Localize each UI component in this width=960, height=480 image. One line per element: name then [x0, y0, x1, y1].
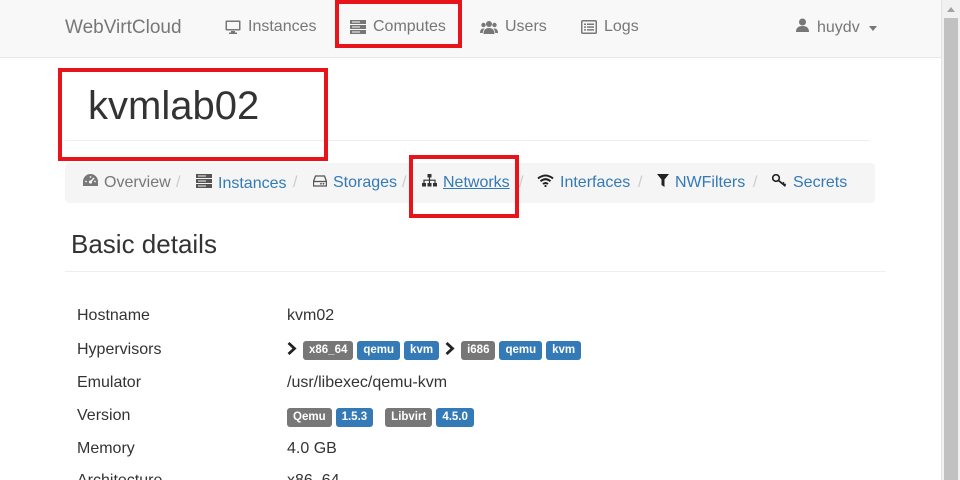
nav-logs[interactable]: Logs: [581, 18, 639, 36]
subnav-storages-label: Storages: [333, 174, 398, 191]
subnav-storages[interactable]: Storages: [312, 174, 398, 192]
highlight-box-computes: [335, 0, 462, 48]
hostname-label: Hostname: [77, 307, 150, 324]
page-scrollbar[interactable]: [941, 0, 960, 480]
subnav-instances-label: Instances: [218, 174, 287, 192]
version-label: Version: [77, 407, 131, 424]
users-icon: [480, 20, 498, 34]
architecture-value: x86_64: [287, 472, 340, 480]
nav-users[interactable]: Users: [480, 18, 547, 36]
version-name-badge: Qemu: [287, 408, 332, 427]
nav-logs-label: Logs: [604, 18, 639, 35]
highlight-box-networks: [409, 155, 519, 218]
user-name: huydv: [817, 18, 860, 36]
subnav-secrets-label: Secrets: [793, 174, 848, 191]
user-menu-toggle[interactable]: huydv: [796, 18, 877, 37]
nav-users-label: Users: [505, 18, 547, 35]
monitor-icon: [225, 20, 241, 34]
breadcrumb-separator: /: [753, 174, 758, 191]
server-icon: [196, 174, 212, 193]
scroll-thumb[interactable]: [944, 18, 958, 480]
dashboard-icon: [83, 174, 98, 192]
breadcrumb-separator: /: [176, 174, 181, 191]
version-value: Qemu 1.5.3 Libvirt 4.5.0: [287, 408, 478, 427]
nav-instances-label: Instances: [248, 18, 317, 35]
hdd-icon: [312, 174, 328, 192]
breadcrumb-separator: /: [402, 174, 407, 191]
hypervisor-type-badge: qemu: [499, 341, 543, 360]
brand-link[interactable]: WebVirtCloud: [65, 17, 182, 39]
memory-label: Memory: [77, 440, 135, 457]
subnav-instances[interactable]: Instances: [196, 174, 286, 193]
hypervisor-type-badge: kvm: [404, 341, 440, 360]
version-number-badge: 4.5.0: [436, 408, 474, 427]
nav-instances[interactable]: Instances: [225, 18, 316, 36]
scroll-up-arrow-icon[interactable]: [947, 7, 955, 12]
top-navbar: WebVirtCloud Instances Computes Users Lo…: [0, 0, 941, 58]
list-icon: [581, 20, 597, 34]
subnav-nwfilters-label: NWFilters: [675, 174, 746, 191]
highlight-box-title: [58, 68, 328, 161]
hypervisor-type-badge: qemu: [357, 341, 401, 360]
breadcrumb-separator: /: [293, 174, 298, 191]
subnav-overview-label: Overview: [104, 174, 171, 191]
subnav-secrets[interactable]: Secrets: [771, 173, 848, 192]
emulator-value: /usr/libexec/qemu-kvm: [287, 374, 448, 391]
chevron-right-icon: [287, 341, 297, 360]
version-name-badge: Libvirt: [385, 408, 433, 427]
subnav-interfaces-label: Interfaces: [560, 174, 631, 191]
version-number-badge: 1.5.3: [335, 408, 374, 427]
subnav-overview[interactable]: Overview: [83, 174, 171, 192]
hypervisor-type-badge: kvm: [546, 341, 582, 360]
wifi-icon: [537, 174, 554, 192]
hypervisors-label: Hypervisors: [77, 341, 162, 358]
hypervisor-arch-badge: x86_64: [303, 341, 354, 360]
key-icon: [771, 173, 787, 192]
emulator-label: Emulator: [77, 374, 142, 391]
hostname-value: kvm02: [287, 307, 335, 324]
caret-down-icon: [868, 26, 877, 31]
user-icon: [796, 18, 809, 37]
breadcrumb-separator: /: [638, 174, 643, 191]
memory-value: 4.0 GB: [287, 440, 337, 457]
section-title: Basic details: [71, 229, 217, 259]
section-divider: [65, 271, 886, 272]
architecture-label: Architecture: [77, 472, 162, 480]
subnav-nwfilters[interactable]: NWFilters: [657, 174, 745, 192]
breadcrumb-separator: /: [519, 174, 524, 191]
subnav-interfaces[interactable]: Interfaces: [537, 174, 630, 192]
chevron-right-icon: [445, 341, 455, 360]
hypervisor-arch-badge: i686: [461, 341, 496, 360]
filter-icon: [657, 174, 669, 192]
hypervisors-value: x86_64 qemu kvm i686 qemu kvm: [287, 341, 585, 360]
